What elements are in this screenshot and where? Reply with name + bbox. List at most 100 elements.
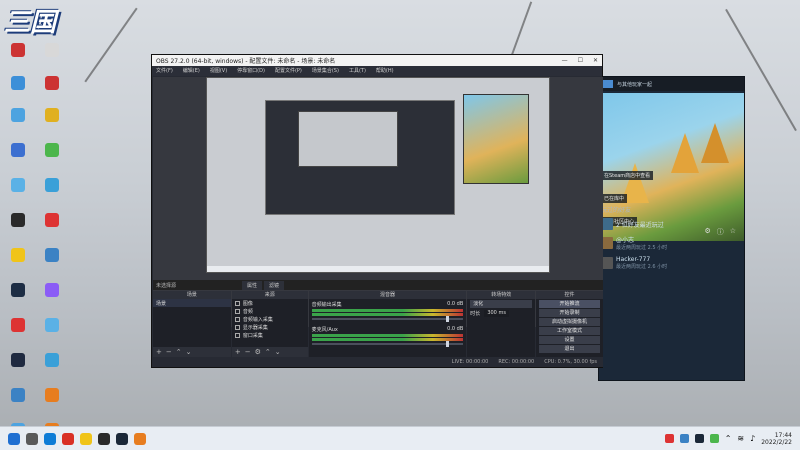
transition-select[interactable]: 淡化 — [470, 300, 533, 308]
remove-icon[interactable]: − — [166, 347, 172, 357]
desktop-icon[interactable] — [36, 283, 68, 319]
obs-status-bar: LIVE: 00:00:00 REC: 00:00:00 CPU: 0.7%, … — [153, 357, 603, 367]
up-icon[interactable]: ⌃ — [176, 347, 182, 357]
friend-row[interactable]: @小志 最近两周玩过 2.5 小时 — [601, 235, 742, 251]
menu-view[interactable]: 视图(V) — [210, 67, 227, 75]
channel-db: 0.0 dB — [447, 326, 464, 332]
duration-input[interactable]: 300 ms — [484, 310, 509, 317]
desktop-icon[interactable] — [36, 178, 68, 214]
desktop-icon[interactable] — [2, 76, 34, 112]
app-icon — [45, 283, 59, 297]
properties-tab[interactable]: 属性 — [242, 281, 263, 290]
steam-icon[interactable] — [116, 432, 128, 445]
add-icon[interactable]: + — [235, 347, 241, 357]
start-virtual-camera-button[interactable]: 启动虚拟摄像机 — [539, 318, 600, 326]
menu-tools[interactable]: 工具(T) — [349, 67, 366, 75]
app-icon — [11, 178, 25, 192]
remove-icon[interactable]: − — [245, 347, 251, 357]
speaker-icon[interactable]: ♪ — [750, 434, 755, 443]
wifi-icon[interactable]: ≋ — [737, 434, 744, 443]
start-streaming-button[interactable]: 开始推流 — [539, 300, 600, 308]
close-icon[interactable]: ✕ — [593, 57, 598, 64]
minimize-icon[interactable]: — — [562, 57, 568, 64]
source-item[interactable]: 显示器采集 — [232, 323, 308, 331]
transitions-dock: 转场特效 淡化 时长 300 ms — [467, 291, 536, 357]
tray-app-icon[interactable] — [679, 434, 689, 443]
desktop-icon[interactable] — [2, 318, 34, 354]
desktop-icon[interactable] — [36, 143, 68, 179]
desktop-icon[interactable] — [36, 43, 68, 79]
desktop-icon[interactable] — [2, 353, 34, 389]
controls-dock: 控件 开始推流 开始录制 启动虚拟摄像机 工作室模式 设置 退出 — [536, 291, 603, 357]
friend-row[interactable]: 2 位好友最近玩过 — [601, 218, 742, 230]
desktop-icon[interactable] — [36, 388, 68, 424]
app-icon — [45, 248, 59, 262]
source-item[interactable]: 图像 — [232, 299, 308, 307]
menu-scene-collection[interactable]: 场景集合(S) — [312, 67, 339, 75]
controls-header: 控件 — [536, 291, 603, 299]
preview-desktop-capture — [206, 77, 550, 273]
desktop-icon[interactable] — [36, 76, 68, 112]
desktop-icon[interactable] — [2, 178, 34, 214]
desktop-icon[interactable] — [2, 283, 34, 319]
down-icon[interactable]: ⌄ — [186, 347, 192, 357]
scene-item[interactable]: 场景 — [153, 299, 231, 307]
desktop-icon[interactable] — [2, 248, 34, 284]
menu-help[interactable]: 帮助(H) — [376, 67, 394, 75]
system-tray: ⌃ ≋ ♪ 17:44 2022/2/22 — [664, 432, 800, 446]
desktop-icon[interactable] — [2, 43, 34, 79]
settings-button[interactable]: 设置 — [539, 336, 600, 344]
edge-icon[interactable] — [44, 432, 56, 445]
obs-window[interactable]: OBS 27.2.0 (64-bit, windows) - 配置文件: 未命名… — [151, 54, 603, 368]
clock[interactable]: 17:44 2022/2/22 — [761, 432, 792, 446]
menu-docks[interactable]: 停靠窗口(D) — [237, 67, 265, 75]
tray-app-icon[interactable] — [664, 434, 674, 443]
up-icon[interactable]: ⌃ — [265, 347, 271, 357]
gear-icon[interactable]: ⚙ — [255, 347, 261, 357]
slider-handle[interactable] — [446, 316, 450, 322]
windows-icon[interactable] — [8, 432, 20, 445]
menu-edit[interactable]: 编辑(E) — [183, 67, 200, 75]
filters-tab[interactable]: 滤镜 — [264, 281, 285, 290]
transitions-header: 转场特效 — [467, 291, 536, 299]
slider-handle[interactable] — [446, 341, 450, 347]
friend-row[interactable]: Hacker-777 最近两周玩过 2.6 小时 — [601, 256, 742, 270]
studio-mode-button[interactable]: 工作室模式 — [539, 327, 600, 335]
menu-file[interactable]: 文件(F) — [156, 67, 173, 75]
volume-slider[interactable] — [311, 341, 464, 347]
menu-profile[interactable]: 配置文件(P) — [275, 67, 302, 75]
desktop-icon[interactable] — [36, 108, 68, 144]
source-tabs: 属性 滤镜 — [242, 281, 285, 290]
start-recording-button[interactable]: 开始录制 — [539, 309, 600, 317]
desktop-icon[interactable] — [36, 353, 68, 389]
add-icon[interactable]: + — [156, 347, 162, 357]
exit-button[interactable]: 退出 — [539, 345, 600, 353]
source-item[interactable]: 音频 — [232, 307, 308, 315]
steam-tray-icon[interactable] — [694, 434, 704, 443]
obs-icon[interactable] — [98, 432, 110, 445]
wechat-tray-icon[interactable] — [709, 434, 719, 443]
steam-menu-item[interactable]: 已在库中 — [601, 194, 628, 203]
files-icon[interactable] — [80, 432, 92, 445]
desktop-icon[interactable] — [2, 213, 34, 249]
obs-docks: 场景 场景 + − ⌃ ⌄ 来源 图像 音频 音频输入采集 显示器采集 窗口采集… — [153, 291, 603, 357]
game-icon[interactable] — [134, 432, 146, 445]
source-item[interactable]: 音频输入采集 — [232, 315, 308, 323]
desktop-icon[interactable] — [36, 213, 68, 249]
maximize-icon[interactable]: ☐ — [578, 57, 583, 64]
search-icon[interactable] — [26, 432, 38, 445]
volume-slider[interactable] — [311, 316, 464, 322]
friend-playtime: 最近两周玩过 2.5 小时 — [616, 245, 668, 251]
desktop-icon[interactable] — [36, 318, 68, 354]
steam-window[interactable]: 与其他玩家一起 在Steam商店中查看 已在库中 查看社区中心 ⚙ ⓘ ☆ 玩过… — [598, 76, 745, 381]
desktop-icon[interactable] — [2, 143, 34, 179]
desktop-icon[interactable] — [2, 388, 34, 424]
desktop-icon[interactable] — [36, 248, 68, 284]
desktop-icon[interactable] — [2, 108, 34, 144]
chrome-icon[interactable] — [62, 432, 74, 445]
chevron-up-icon[interactable]: ⌃ — [725, 434, 732, 443]
source-item[interactable]: 窗口采集 — [232, 331, 308, 339]
steam-menu-item[interactable]: 在Steam商店中查看 — [601, 171, 654, 180]
volume-meter — [311, 309, 464, 312]
down-icon[interactable]: ⌄ — [275, 347, 281, 357]
